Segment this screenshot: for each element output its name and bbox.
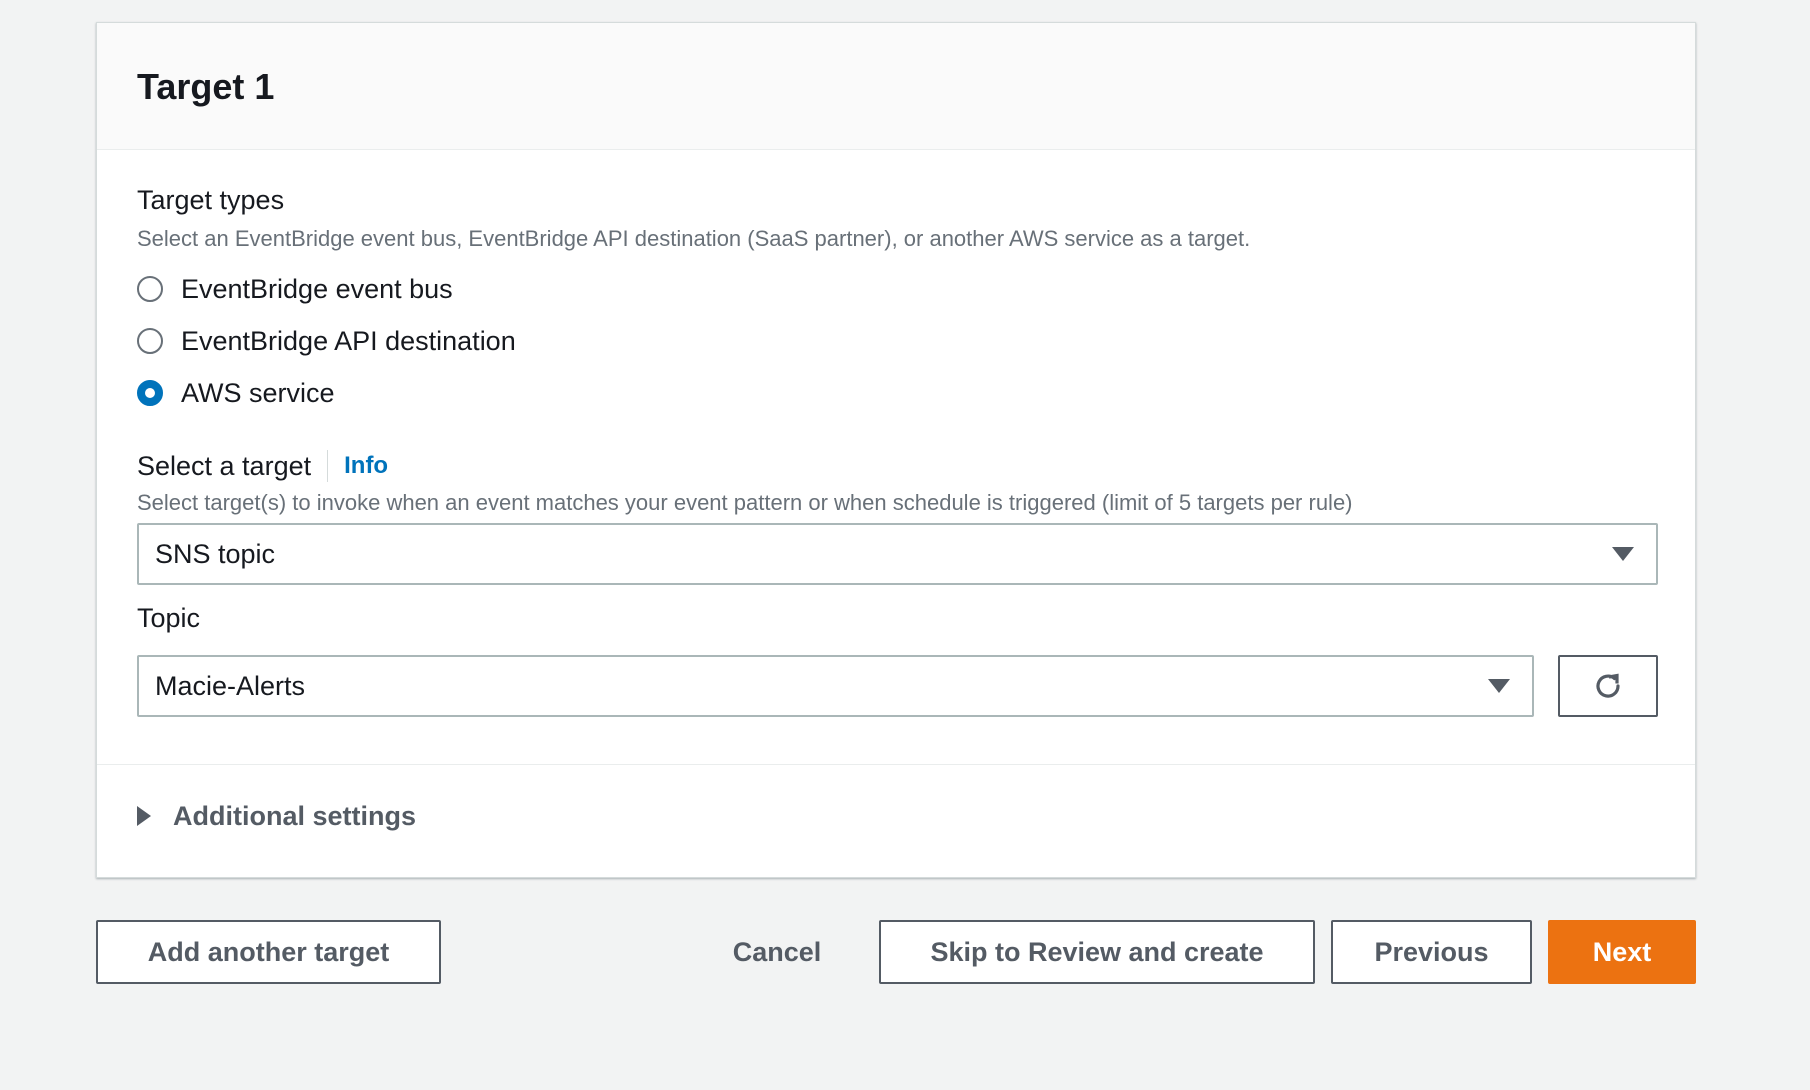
radio-eventbridge-event-bus[interactable]: EventBridge event bus bbox=[137, 269, 453, 309]
select-target-label: Select a target bbox=[137, 450, 312, 481]
target-types-description: Select an EventBridge event bus, EventBr… bbox=[137, 226, 1251, 251]
previous-button[interactable]: Previous bbox=[1331, 920, 1532, 984]
radio-label: EventBridge event bus bbox=[181, 273, 453, 304]
target-card: Target 1 Target types Select an EventBri… bbox=[96, 22, 1696, 878]
info-divider bbox=[327, 450, 329, 482]
refresh-button[interactable] bbox=[1558, 655, 1658, 717]
topic-label: Topic bbox=[137, 603, 201, 633]
select-target-header: Select a target Info bbox=[137, 450, 388, 482]
page: Target 1 Target types Select an EventBri… bbox=[0, 0, 1810, 1090]
topic-select[interactable]: Macie-Alerts bbox=[137, 655, 1534, 717]
add-another-target-button[interactable]: Add another target bbox=[96, 920, 441, 984]
card-header: Target 1 bbox=[97, 23, 1695, 150]
caret-right-icon bbox=[137, 806, 151, 826]
radio-label: EventBridge API destination bbox=[181, 325, 516, 356]
card-title: Target 1 bbox=[137, 66, 275, 107]
additional-settings-expander[interactable]: Additional settings bbox=[137, 794, 416, 838]
radio-button[interactable] bbox=[137, 276, 163, 302]
section-divider bbox=[97, 764, 1695, 765]
target-select-value: SNS topic bbox=[155, 538, 276, 569]
radio-eventbridge-api-destination[interactable]: EventBridge API destination bbox=[137, 321, 516, 361]
caret-down-icon bbox=[1612, 547, 1634, 561]
refresh-icon bbox=[1596, 673, 1620, 698]
radio-label: AWS service bbox=[181, 377, 335, 408]
target-select[interactable]: SNS topic bbox=[137, 523, 1658, 585]
radio-aws-service[interactable]: AWS service bbox=[137, 373, 335, 413]
next-button[interactable]: Next bbox=[1548, 920, 1696, 984]
target-types-label: Target types bbox=[137, 185, 285, 215]
skip-to-review-button[interactable]: Skip to Review and create bbox=[879, 920, 1315, 984]
topic-select-value: Macie-Alerts bbox=[155, 670, 306, 701]
additional-settings-label: Additional settings bbox=[173, 800, 416, 831]
cancel-button[interactable]: Cancel bbox=[712, 920, 842, 984]
caret-down-icon bbox=[1488, 679, 1510, 693]
info-link[interactable]: Info bbox=[344, 452, 388, 480]
radio-button[interactable] bbox=[137, 328, 163, 354]
select-target-description: Select target(s) to invoke when an event… bbox=[137, 490, 1353, 515]
radio-button-checked[interactable] bbox=[137, 380, 163, 406]
